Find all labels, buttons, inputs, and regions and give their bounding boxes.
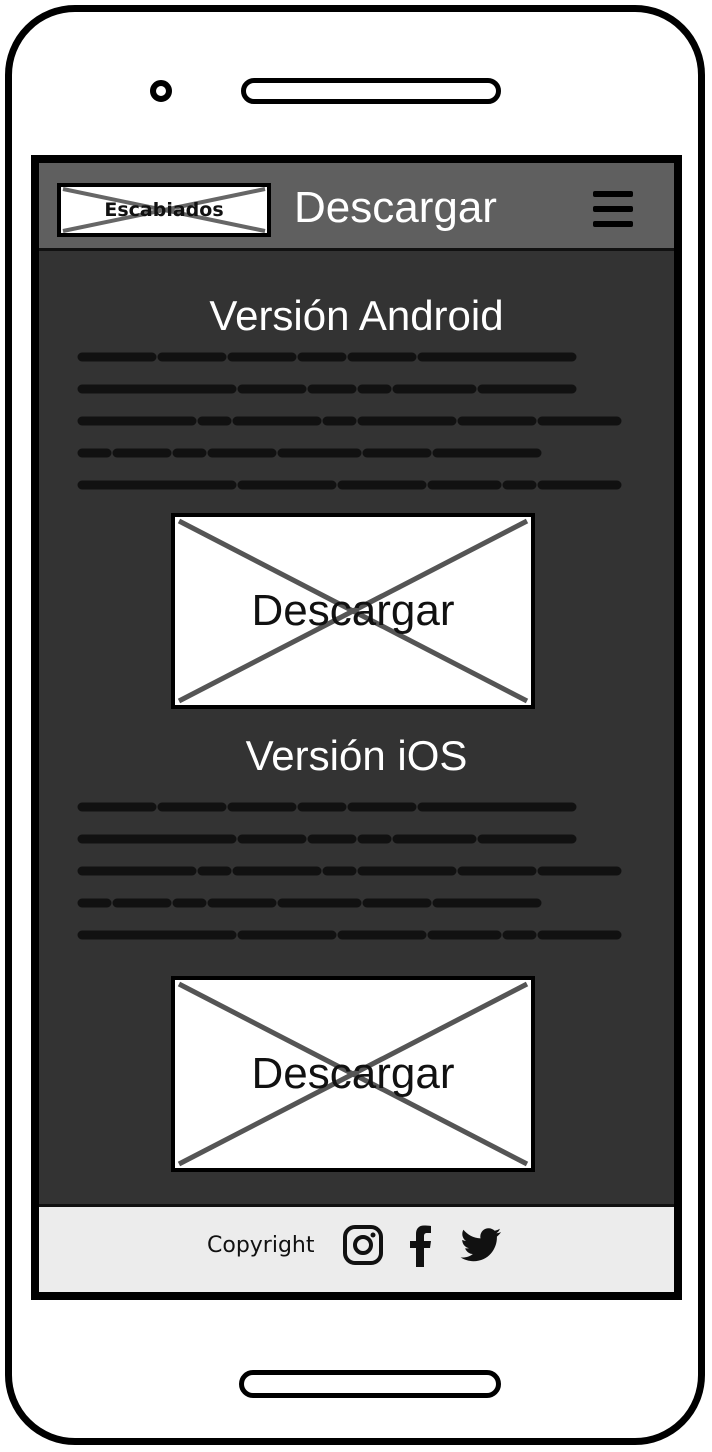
section-title-ios: Versión iOS (245, 732, 468, 779)
camera-icon (150, 80, 172, 102)
download-ios-button[interactable]: Descargar (171, 976, 535, 1172)
download-android-button[interactable]: Descargar (171, 513, 535, 709)
app-footer: Copyright (39, 1204, 674, 1292)
copyright-text: Copyright (207, 1233, 315, 1258)
app-header: Escabiados Descargar (39, 163, 674, 251)
download-ios-label: Descargar (251, 1049, 455, 1098)
logo[interactable]: Escabiados (57, 183, 271, 237)
section-title-android: Versión Android (209, 292, 504, 339)
hamburger-menu-icon[interactable] (593, 191, 633, 227)
download-android-label: Descargar (251, 586, 455, 635)
home-button[interactable] (239, 1370, 501, 1398)
page-title: Descargar (294, 183, 497, 232)
instagram-icon[interactable] (341, 1223, 385, 1267)
placeholder-text-ios (77, 802, 622, 940)
twitter-icon[interactable] (457, 1223, 503, 1267)
placeholder-text-android (77, 352, 622, 490)
app-screen: Escabiados Descargar Versión Android Des… (31, 155, 682, 1300)
speaker-grille (241, 78, 501, 104)
facebook-icon[interactable] (405, 1223, 435, 1267)
logo-text: Escabiados (104, 199, 224, 221)
